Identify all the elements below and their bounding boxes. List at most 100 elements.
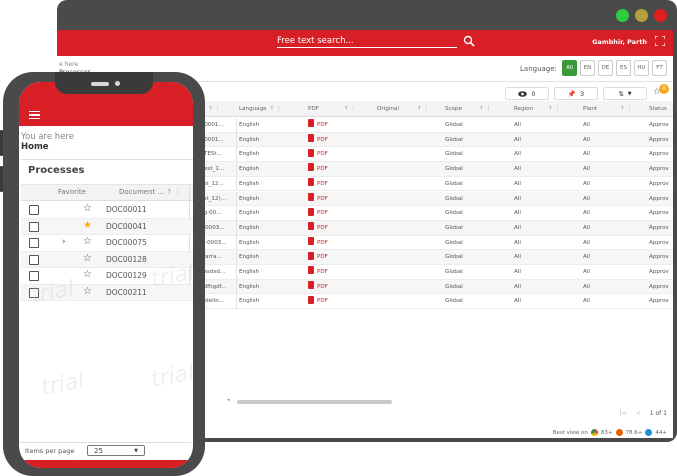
chevron-right-icon[interactable]: › [62, 237, 66, 247]
user-name[interactable]: Gambhir, Parth [592, 38, 647, 46]
cell-pdf[interactable]: PDF [308, 206, 328, 221]
pdf-link[interactable]: PDF [317, 192, 328, 207]
row-checkbox[interactable] [29, 205, 39, 215]
col-header-region[interactable]: Region ↑ ⋮ [514, 101, 560, 117]
cell-pdf[interactable]: PDF [308, 236, 328, 251]
col-header-language[interactable]: Language ↑ ⋮ [239, 101, 282, 117]
table-row[interactable]: gdfhgdf... English PDF Global All All Approv [197, 279, 673, 295]
row-checkbox[interactable] [29, 254, 39, 265]
table-row[interactable]: est_12... English PDF Global All All Approv [197, 176, 673, 192]
horizontal-scrollbar[interactable]: ◂ [227, 397, 547, 405]
table-row[interactable]: st-0003... English PDF Global All All Approv [197, 235, 673, 251]
cell-status: Approv [649, 224, 669, 231]
row-checkbox[interactable] [29, 271, 39, 281]
cell-pdf[interactable]: PDF [308, 133, 328, 148]
table-row[interactable]: gg-00... English PDF Global All All Approv [197, 206, 673, 221]
first-page-icon[interactable]: |< [620, 410, 627, 417]
scrollbar-thumb[interactable] [237, 400, 392, 404]
lang-hu-button[interactable]: HU [634, 60, 649, 76]
table-row[interactable]: -Test_1... English PDF Global All All Approv [197, 162, 673, 177]
camera [115, 81, 120, 86]
minimize-dot[interactable] [635, 9, 648, 22]
items-per-page-value: 25 [94, 447, 103, 455]
pdf-link[interactable]: PDF [317, 221, 328, 236]
col-header-document[interactable]: Document ... ↑ ⋮ [119, 188, 182, 196]
search-icon[interactable] [463, 35, 475, 47]
items-per-page-label: Items per page [25, 447, 75, 455]
cell-pdf[interactable]: PDF [308, 162, 328, 177]
pdf-link[interactable]: PDF [317, 177, 328, 192]
items-per-page-select[interactable]: 25 ▼ [87, 445, 145, 456]
list-item[interactable]: › ☆ DOC00075 [21, 235, 193, 252]
pdf-link[interactable]: PDF [317, 280, 328, 295]
favorite-star-icon[interactable]: ★ [83, 220, 92, 231]
eye-icon [518, 90, 528, 97]
list-item[interactable]: ☆ DOC00011 [21, 202, 193, 219]
cell-scope: Global [445, 210, 463, 217]
table-row[interactable]: t-0001... English PDF Global All All Approv [197, 132, 673, 148]
cell-pdf[interactable]: PDF [308, 118, 328, 133]
col-header-scope[interactable]: Scope ↑ ⋮ [445, 101, 491, 117]
pdf-link[interactable]: PDF [317, 118, 328, 133]
cell-pdf[interactable]: PDF [308, 177, 328, 192]
cell-plant: All [583, 283, 590, 290]
cell-pdf[interactable]: PDF [308, 147, 328, 162]
lang-all-button[interactable]: All [562, 60, 577, 76]
pdf-link[interactable]: PDF [317, 147, 328, 162]
table-row[interactable]: t-0001... English PDF Global All All Approv [197, 118, 673, 133]
favorite-star-icon[interactable]: ☆ [83, 203, 92, 214]
cell-pdf[interactable]: PDF [308, 280, 328, 295]
cell-pdf[interactable]: PDF [308, 294, 328, 309]
favorites-badge: 0 [659, 84, 669, 94]
view-count-button[interactable]: 0 [505, 87, 549, 100]
pdf-file-icon [308, 236, 314, 245]
breadcrumb-home[interactable]: Home [21, 142, 49, 152]
sort-dropdown[interactable]: ⇅ ▼ [603, 87, 647, 100]
pin-count-button[interactable]: 📌 3 [554, 87, 598, 100]
pdf-link[interactable]: PDF [317, 162, 328, 177]
favorite-star-icon[interactable]: ☆ [83, 236, 92, 247]
table-row[interactable]: est_12)... English PDF Global All All Approv [197, 191, 673, 207]
cell-pdf[interactable]: PDF [308, 192, 328, 207]
browser-support-footer: Best view on 83+ 78.6+ 44+ [553, 429, 667, 436]
lang-es-button[interactable]: ES [616, 60, 631, 76]
row-checkbox[interactable] [29, 221, 39, 232]
close-dot[interactable] [654, 9, 667, 22]
maximize-dot[interactable] [616, 9, 629, 22]
col-header-favorite[interactable]: Favorite [58, 188, 86, 196]
hamburger-menu-icon[interactable] [29, 111, 40, 119]
pdf-link[interactable]: PDF [317, 265, 328, 280]
col-header-plant[interactable]: Plant ↑ ⋮ [583, 101, 632, 117]
col-header-status[interactable]: Status [649, 101, 667, 117]
pdf-link[interactable]: PDF [317, 294, 328, 309]
cell-pdf[interactable]: PDF [308, 250, 328, 265]
pdf-link[interactable]: PDF [317, 236, 328, 251]
pin-count: 3 [579, 89, 585, 98]
table-row[interactable]: Warra... English PDF Global All All Approv [197, 250, 673, 265]
favorite-star-icon[interactable]: ☆ [83, 286, 92, 297]
pdf-link[interactable]: PDF [317, 250, 328, 265]
table-row[interactable]: uidelin... English PDF Global All All Approv [197, 294, 673, 310]
cell-scope: Global [445, 151, 463, 158]
row-checkbox[interactable] [29, 238, 39, 248]
search-input[interactable]: Free text search... [277, 36, 457, 48]
lang-de-button[interactable]: DE [598, 60, 613, 76]
pdf-link[interactable]: PDF [317, 206, 328, 221]
list-item[interactable]: ★ DOC00041 [21, 218, 193, 235]
scroll-left-icon[interactable]: ◂ [227, 397, 230, 403]
cell-scope: Global [445, 298, 463, 305]
lang-en-button[interactable]: EN [580, 60, 595, 76]
col-header-original[interactable]: Original ↑ ⋮ [377, 101, 429, 117]
col-header-pdf[interactable]: PDF ↑ ⋮ [308, 101, 356, 117]
fullscreen-icon[interactable] [655, 36, 665, 46]
pdf-link[interactable]: PDF [317, 133, 328, 148]
favorite-star-icon[interactable]: ☆ [83, 269, 92, 280]
cell-pdf[interactable]: PDF [308, 265, 328, 280]
prev-page-icon[interactable]: < [636, 410, 641, 417]
cell-pdf[interactable]: PDF [308, 221, 328, 236]
lang-ft-button[interactable]: FT [652, 60, 667, 76]
table-row[interactable]: dasdsd... English PDF Global All All Approv [197, 265, 673, 280]
table-row[interactable]: CTESt... English PDF Global All All Approv [197, 147, 673, 163]
favorite-star-icon[interactable]: ☆ [83, 253, 92, 264]
table-row[interactable]: c-0003... English PDF Global All All Approv [197, 220, 673, 236]
